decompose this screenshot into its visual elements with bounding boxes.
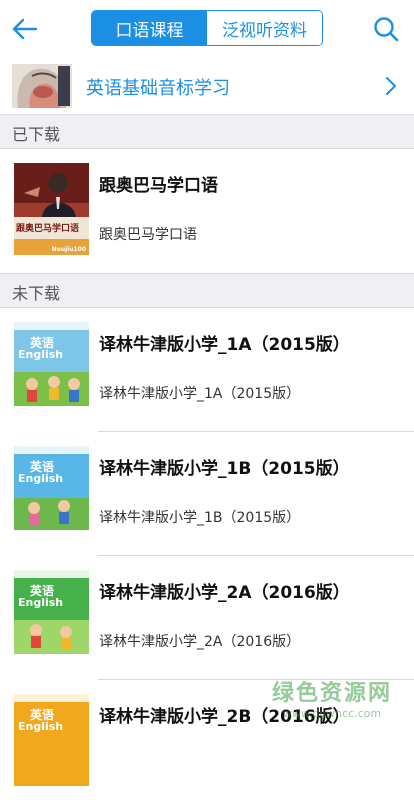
- section-title: 已下载: [12, 125, 61, 144]
- item-title: 跟奥巴马学口语: [99, 176, 218, 196]
- list-item[interactable]: 英语 English 译林牛津版小学_2B（2016版）: [0, 680, 414, 804]
- item-subtitle: 译林牛津版小学_2A（2016版）: [99, 634, 301, 650]
- mouth-diagram-thumbnail: [12, 64, 72, 108]
- book-cover: 跟奥巴马学口语 Noujiu100: [14, 163, 89, 255]
- section-header-downloaded: 已下载: [0, 114, 414, 149]
- search-icon[interactable]: [372, 15, 400, 43]
- cover-title: 跟奥巴马学口语: [16, 224, 80, 234]
- segmented-control: 口语课程 泛视听资料: [91, 10, 323, 46]
- tab-listening-materials[interactable]: 泛视听资料: [207, 11, 322, 45]
- book-cover: 英语 English: [14, 694, 89, 786]
- book-cover: 英语 English: [14, 570, 89, 662]
- item-subtitle: 译林牛津版小学_1A（2015版）: [99, 386, 301, 402]
- list-item[interactable]: 英语 English 译林牛津版小学_2A（2016版） 译林牛津版小学_2A（…: [0, 556, 414, 680]
- phonetics-row[interactable]: 英语基础音标学习: [0, 58, 414, 114]
- list-item[interactable]: 英语 English 译林牛津版小学_1A（2015版） 译林牛津版小学_1A（…: [0, 308, 414, 432]
- item-title: 译林牛津版小学_2A（2016版）: [99, 583, 350, 603]
- phonetics-label: 英语基础音标学习: [86, 78, 230, 99]
- cover-title-en: English: [18, 348, 64, 361]
- item-subtitle: 译林牛津版小学_1B（2015版）: [99, 510, 301, 526]
- cover-brand: Noujiu100: [51, 246, 86, 253]
- tab-oral-course[interactable]: 口语课程: [92, 11, 207, 45]
- item-title: 译林牛津版小学_1B（2015版）: [99, 459, 350, 479]
- cover-title-en: English: [18, 472, 64, 485]
- book-cover: 英语 English: [14, 322, 89, 414]
- arrow-left-icon[interactable]: [10, 14, 40, 44]
- item-title: 译林牛津版小学_1A（2015版）: [99, 335, 350, 355]
- chevron-right-icon: [386, 77, 396, 95]
- section-header-not-downloaded: 未下载: [0, 273, 414, 308]
- nav-bar: 口语课程 泛视听资料: [0, 0, 414, 59]
- list-item[interactable]: 英语 English 译林牛津版小学_1B（2015版） 译林牛津版小学_1B（…: [0, 432, 414, 556]
- item-subtitle: 跟奥巴马学口语: [99, 227, 197, 243]
- list-item[interactable]: 跟奥巴马学口语 Noujiu100 跟奥巴马学口语 跟奥巴马学口语: [0, 149, 414, 273]
- book-cover: 英语 English: [14, 446, 89, 538]
- item-title: 译林牛津版小学_2B（2016版）: [99, 707, 350, 727]
- cover-title-en: English: [18, 720, 64, 733]
- cover-title-en: English: [18, 596, 64, 609]
- section-title: 未下载: [12, 284, 61, 303]
